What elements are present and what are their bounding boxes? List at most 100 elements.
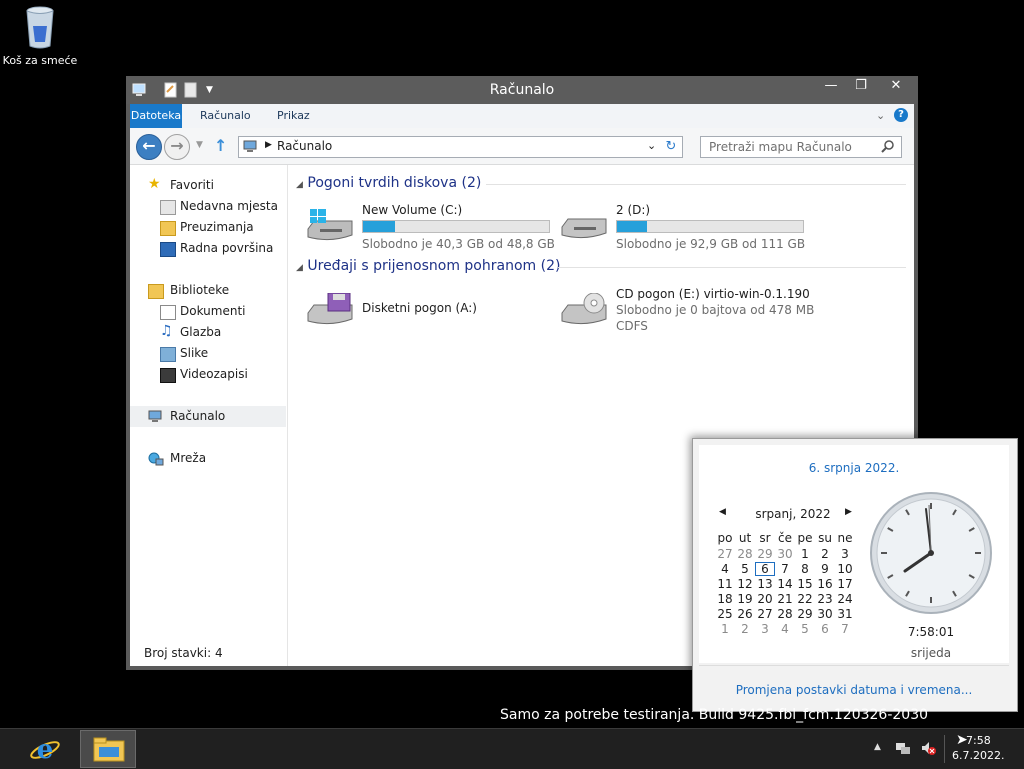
nav-favorites[interactable]: ★ Favoriti [130,175,286,196]
minimize-button[interactable]: — [816,76,846,96]
collapse-group-icon[interactable]: ◢ [296,180,303,190]
drive-c[interactable]: New Volume (C:) Slobodno je 40,3 GB od 4… [306,203,556,251]
nav-music[interactable]: ♫ Glazba [130,322,286,343]
internet-explorer-icon[interactable]: e [28,733,62,765]
calendar-day[interactable]: 1 [715,622,735,636]
calendar-day[interactable]: 7 [835,622,855,636]
calendar-day[interactable]: 30 [775,547,795,561]
calendar-day[interactable]: 20 [755,592,775,606]
calendar-day[interactable]: 17 [835,577,855,591]
change-date-time-settings-link[interactable]: Promjena postavki datuma i vremena... [699,683,1009,697]
title-bar[interactable]: ▼ Računalo — ❐ ✕ [126,76,918,104]
refresh-button[interactable]: ↻ [660,136,683,158]
drive-e[interactable]: CD pogon (E:) virtio-win-0.1.190 Slobodn… [560,287,880,333]
calendar-day[interactable]: 3 [755,622,775,636]
tab-computer[interactable]: Računalo [196,104,255,128]
calendar-day[interactable]: 3 [835,547,855,561]
help-icon[interactable]: ? [894,108,908,122]
nav-pictures[interactable]: Slike [130,343,286,364]
calendar-day[interactable]: 22 [795,592,815,606]
breadcrumb-computer[interactable]: Računalo [277,139,332,153]
calendar-day[interactable]: 29 [795,607,815,621]
file-explorer-taskbar-button[interactable] [80,730,136,768]
address-bar[interactable]: ▶ Računalo ⌄ [238,136,662,158]
calendar-day[interactable]: 4 [715,562,735,576]
nav-videos[interactable]: Videozapisi [130,364,286,385]
nav-network[interactable]: Mreža [130,448,286,469]
calendar-day[interactable]: 13 [755,577,775,591]
drive-d[interactable]: 2 (D:) Slobodno je 92,9 GB od 111 GB [560,203,810,251]
calendar-day[interactable]: 29 [755,547,775,561]
calendar-day[interactable]: 10 [835,562,855,576]
calendar-day[interactable]: 2 [735,622,755,636]
calendar-day[interactable]: 6 [755,562,775,576]
navigation-pane: ★ Favoriti Nedavna mjesta Preuzimanja Ra… [130,165,288,666]
calendar-day[interactable]: 31 [835,607,855,621]
weekday-header: pe [797,531,813,545]
calendar-day[interactable]: 24 [835,592,855,606]
calendar-day[interactable]: 7 [775,562,795,576]
next-month-button[interactable]: ▶ [845,507,852,517]
back-button[interactable]: ← [136,134,162,160]
calendar-day[interactable]: 12 [735,577,755,591]
calendar-day[interactable]: 30 [815,607,835,621]
close-button[interactable]: ✕ [876,76,916,96]
address-dropdown-chevron-icon[interactable]: ⌄ [647,139,656,152]
breadcrumb-separator-icon[interactable]: ▶ [265,140,272,150]
today-date-link[interactable]: 6. srpnja 2022. [699,461,1009,475]
calendar-day[interactable]: 23 [815,592,835,606]
calendar-day[interactable]: 19 [735,592,755,606]
maximize-button[interactable]: ❐ [846,76,876,96]
calendar-day[interactable]: 26 [735,607,755,621]
documents-icon [160,305,176,320]
drive-e-filesystem: CDFS [616,319,648,333]
nav-computer[interactable]: Računalo [130,406,286,427]
nav-desktop[interactable]: Radna površina [130,238,286,259]
collapse-group-icon[interactable]: ◢ [296,263,303,273]
calendar-day[interactable]: 1 [795,547,815,561]
calendar-month[interactable]: srpanj, 2022 [753,507,833,521]
volume-muted-icon[interactable] [920,740,936,759]
search-box[interactable]: Pretraži mapu Računalo [700,136,902,158]
calendar-day[interactable]: 18 [715,592,735,606]
calendar-day[interactable]: 28 [775,607,795,621]
nav-libraries[interactable]: Biblioteke [130,280,286,301]
nav-documents[interactable]: Dokumenti [130,301,286,322]
forward-button[interactable]: → [164,134,190,160]
calendar-day[interactable]: 21 [775,592,795,606]
calendar-day[interactable]: 5 [735,562,755,576]
previous-month-button[interactable]: ◀ [719,507,726,517]
computer-icon [243,140,259,157]
expand-ribbon-chevron-icon[interactable]: ⌄ [872,104,889,128]
nav-downloads[interactable]: Preuzimanja [130,217,286,238]
group-hard-drives[interactable]: ◢ Pogoni tvrdih diskova (2) [296,175,906,191]
calendar-day[interactable]: 27 [715,547,735,561]
calendar-day[interactable]: 2 [815,547,835,561]
up-arrow-icon[interactable]: ↑ [214,136,227,155]
show-hidden-icons-chevron-icon[interactable]: ▲ [874,742,881,752]
calendar-day[interactable]: 11 [715,577,735,591]
calendar-day[interactable]: 8 [795,562,815,576]
recycle-bin[interactable]: Koš za smeće [0,6,80,67]
calendar-day[interactable]: 6 [815,622,835,636]
calendar-day[interactable]: 14 [775,577,795,591]
drive-a[interactable]: Disketni pogon (A:) [306,287,556,333]
calendar-day[interactable]: 28 [735,547,755,561]
calendar-day[interactable]: 25 [715,607,735,621]
recent-locations-chevron-icon[interactable]: ▼ [196,140,203,150]
calendar-day[interactable]: 27 [755,607,775,621]
cd-drive-icon [560,292,608,329]
drive-c-usage-bar [362,220,550,233]
search-icon[interactable] [881,139,895,156]
tab-view[interactable]: Prikaz [273,104,314,128]
calendar-day[interactable]: 15 [795,577,815,591]
calendar-day[interactable]: 16 [815,577,835,591]
calendar-day[interactable]: 9 [815,562,835,576]
calendar-day[interactable]: 4 [775,622,795,636]
group-removable[interactable]: ◢ Uređaji s prijenosnom pohranom (2) [296,258,906,274]
search-input[interactable]: Pretraži mapu Računalo [709,140,852,154]
network-status-icon[interactable] [895,740,911,759]
calendar-day[interactable]: 5 [795,622,815,636]
tab-file[interactable]: Datoteka [130,104,182,128]
nav-recent[interactable]: Nedavna mjesta [130,196,286,217]
